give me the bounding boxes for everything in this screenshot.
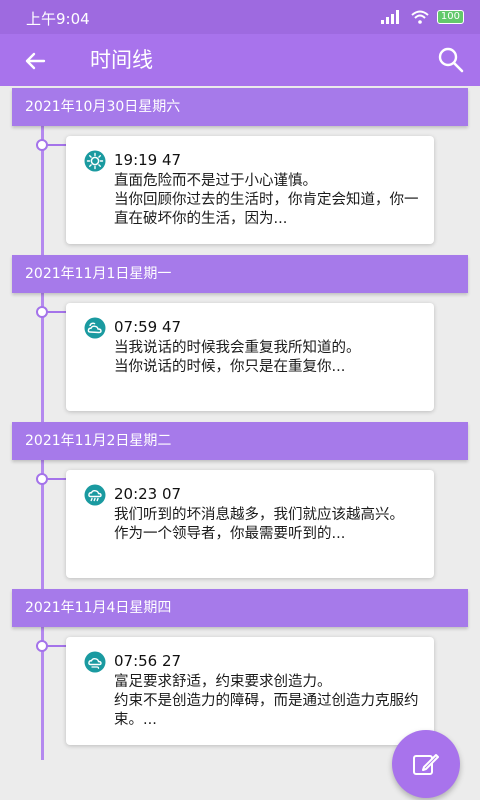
entry-text: 我们听到的坏消息越多，我们就应该越高兴。 作为一个领导者，你最需要听到的... (114, 507, 404, 542)
sunny-icon (84, 150, 106, 172)
status-icons: 100 (380, 9, 464, 25)
partly-cloudy-icon (84, 317, 106, 339)
battery-icon: 100 (436, 10, 464, 24)
wifi-icon (411, 10, 429, 24)
diary-entry-card[interactable]: 20:23 07 我们听到的坏消息越多，我们就应该越高兴。 作为一个领导者，你最需… (66, 470, 434, 578)
entry-text: 直面危险而不是过于小心谨慎。 当你回顾你过去的生活时，你肯定会知道，你一直在破坏你… (114, 173, 419, 227)
entry-time: 07:56 27 (114, 652, 182, 670)
entry-time: 20:23 07 (114, 485, 182, 503)
date-header: 2021年11月1日星期一 (12, 255, 468, 293)
diary-entry-card[interactable]: 07:56 27 富足要求舒适，约束要求创造力。 约束不是创造力的障碍，而是通过创… (66, 637, 434, 745)
status-bar: 上午9:04 100 (0, 0, 480, 34)
entry-text: 富足要求舒适，约束要求创造力。 约束不是创造力的障碍，而是通过创造力克服约束。..… (114, 674, 419, 728)
search-icon[interactable] (436, 45, 466, 75)
pencil-icon (413, 754, 439, 775)
date-header: 2021年10月30日星期六 (12, 88, 468, 126)
windy-cloud-icon (84, 651, 106, 673)
entry-time: 07:59 47 (114, 318, 182, 336)
entry-time: 19:19 47 (114, 151, 182, 169)
entry-text: 当我说话的时候我会重复我所知道的。 当你说话的时候，你只是在重复你... (114, 340, 361, 375)
write-entry-button[interactable] (392, 730, 460, 798)
status-time: 上午9:04 (26, 10, 90, 28)
app-bar: 时间线 (0, 34, 480, 86)
back-arrow-icon[interactable] (20, 46, 50, 76)
diary-entry-card[interactable]: 19:19 47 直面危险而不是过于小心谨慎。 当你回顾你过去的生活时，你肯定会知… (66, 136, 434, 244)
date-header: 2021年11月4日星期四 (12, 589, 468, 627)
date-header: 2021年11月2日星期二 (12, 422, 468, 460)
signal-icon (380, 10, 399, 24)
diary-entry-card[interactable]: 07:59 47 当我说话的时候我会重复我所知道的。 当你说话的时候，你只是在重复… (66, 303, 434, 411)
page-title: 时间线 (90, 48, 153, 72)
rain-icon (84, 484, 106, 506)
